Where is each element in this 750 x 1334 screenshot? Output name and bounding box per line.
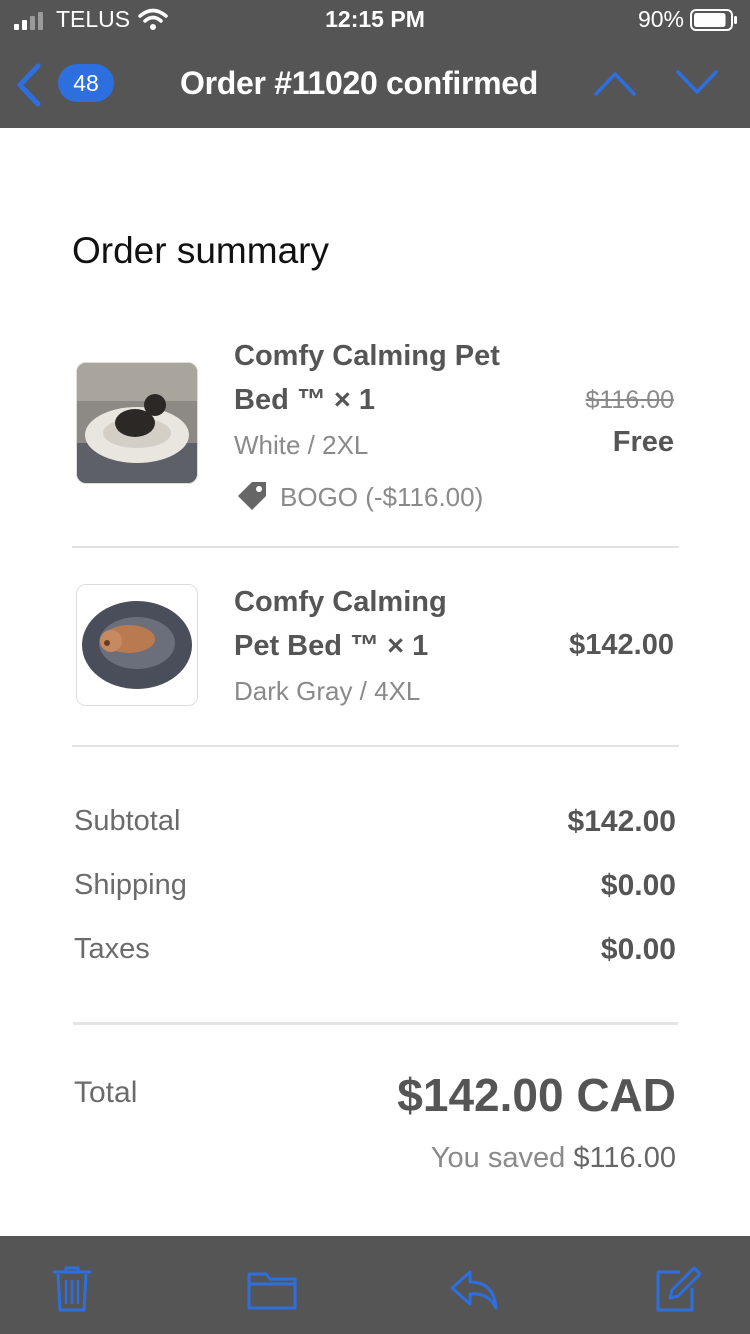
subtotal-value: $142.00 <box>567 805 676 838</box>
next-message-icon[interactable] <box>675 68 719 98</box>
compose-icon <box>656 1266 702 1312</box>
back-chevron-icon[interactable] <box>14 62 44 108</box>
folder-icon <box>247 1272 297 1310</box>
savings-amount: $116.00 <box>573 1142 676 1174</box>
top-bar: TELUS 12:15 PM 90% 48 Order #11020 confi… <box>0 0 750 128</box>
battery-icon <box>690 9 737 31</box>
trash-icon <box>52 1266 92 1312</box>
compose-button[interactable] <box>650 1264 702 1314</box>
savings-prefix: You saved <box>430 1142 566 1174</box>
divider <box>72 546 679 548</box>
item-price: Free <box>612 426 674 458</box>
discount-text: BOGO (-$116.00) <box>280 482 484 512</box>
price-tag-icon <box>238 482 266 510</box>
pet-bed-gray-image <box>77 585 197 705</box>
shipping-label: Shipping <box>74 869 187 901</box>
original-price: $116.00 <box>585 386 674 414</box>
product-variant: White / 2XL <box>234 430 369 460</box>
subtotal-label: Subtotal <box>74 805 181 837</box>
total-label: Total <box>74 1076 138 1109</box>
shipping-value: $0.00 <box>600 869 676 902</box>
message-title: Order #11020 confirmed <box>180 65 539 101</box>
product-name-line2: Pet Bed ™ × 1 <box>234 630 429 662</box>
taxes-label: Taxes <box>74 933 150 965</box>
reply-icon <box>450 1270 498 1310</box>
product-variant: Dark Gray / 4XL <box>234 676 421 706</box>
product-image-gray-bed[interactable] <box>76 584 198 706</box>
taxes-value: $0.00 <box>600 933 676 966</box>
discount-line: BOGO (-$116.00) <box>234 478 483 514</box>
pet-bed-white-image <box>77 363 197 483</box>
battery-percentage: 90% <box>637 6 684 32</box>
unread-count-badge[interactable]: 48 <box>58 64 114 102</box>
reply-button[interactable] <box>448 1264 500 1314</box>
divider <box>72 745 679 747</box>
status-bar: TELUS 12:15 PM 90% <box>0 0 750 40</box>
move-to-folder-button[interactable] <box>246 1264 298 1314</box>
product-name-line2: Bed ™ × 1 <box>234 384 376 416</box>
product-name-line1: Comfy Calming <box>234 586 447 618</box>
bottom-toolbar <box>0 1236 750 1334</box>
navigation-row: 48 Order #11020 confirmed <box>0 40 750 128</box>
product-image-white-bed[interactable] <box>76 362 198 484</box>
previous-message-icon[interactable] <box>593 68 637 98</box>
delete-button[interactable] <box>46 1264 98 1314</box>
order-summary-heading: Order summary <box>72 230 329 271</box>
item-price: $142.00 <box>569 629 674 661</box>
savings-note: You saved $116.00 <box>431 1142 676 1175</box>
divider <box>73 1022 678 1025</box>
product-name-line1: Comfy Calming Pet <box>234 340 500 372</box>
total-value: $142.00 CAD <box>397 1069 676 1121</box>
